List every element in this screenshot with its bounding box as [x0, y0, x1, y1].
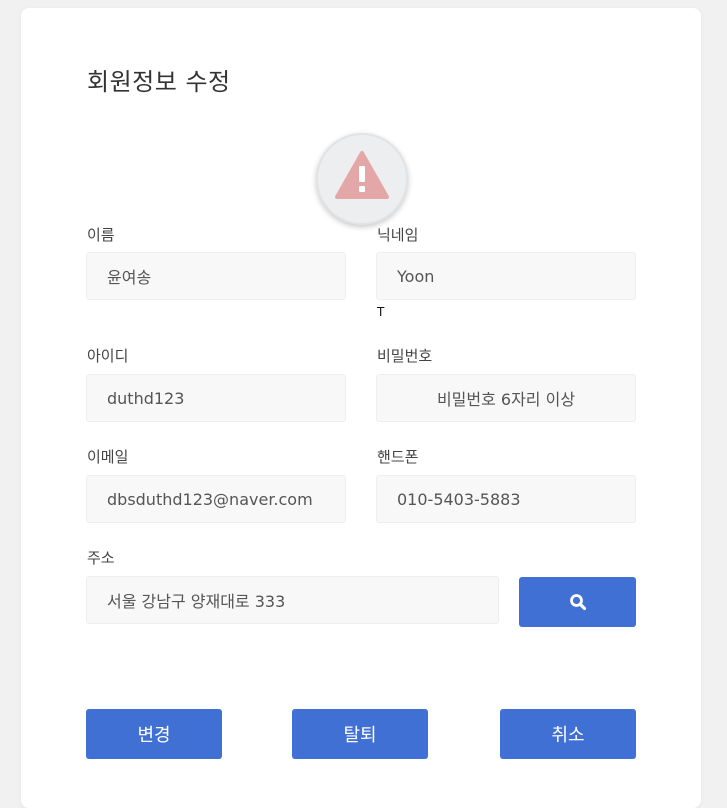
name-label: 이름 — [87, 226, 115, 244]
email-field[interactable]: dbsduthd123@naver.com — [86, 475, 346, 523]
phone-label: 핸드폰 — [377, 448, 419, 466]
search-icon — [569, 594, 586, 611]
password-field[interactable]: 비밀번호 6자리 이상 — [376, 374, 636, 422]
nickname-field[interactable]: Yoon — [376, 252, 636, 300]
update-button[interactable]: 변경 — [86, 709, 222, 759]
name-field[interactable]: 윤여송 — [86, 252, 346, 300]
user-id-field[interactable]: duthd123 — [86, 374, 346, 422]
page-title: 회원정보 수정 — [87, 68, 231, 96]
address-search-button[interactable] — [519, 577, 636, 627]
password-label: 비밀번호 — [377, 347, 433, 365]
warning-icon — [335, 151, 389, 199]
email-label: 이메일 — [87, 448, 129, 466]
user-id-label: 아이디 — [87, 347, 129, 365]
avatar[interactable] — [316, 133, 408, 225]
address-label: 주소 — [87, 549, 115, 567]
withdraw-button[interactable]: 탈퇴 — [292, 709, 428, 759]
nickname-label: 닉네임 — [377, 226, 419, 244]
cancel-button[interactable]: 취소 — [500, 709, 636, 759]
phone-field[interactable]: 010-5403-5883 — [376, 475, 636, 523]
address-field[interactable]: 서울 강남구 양재대로 333 — [86, 576, 499, 624]
nickname-hint: T — [377, 305, 385, 319]
profile-card: 회원정보 수정 이름 윤여송 닉네임 Yoon T 아이디 duthd123 비… — [21, 8, 701, 808]
